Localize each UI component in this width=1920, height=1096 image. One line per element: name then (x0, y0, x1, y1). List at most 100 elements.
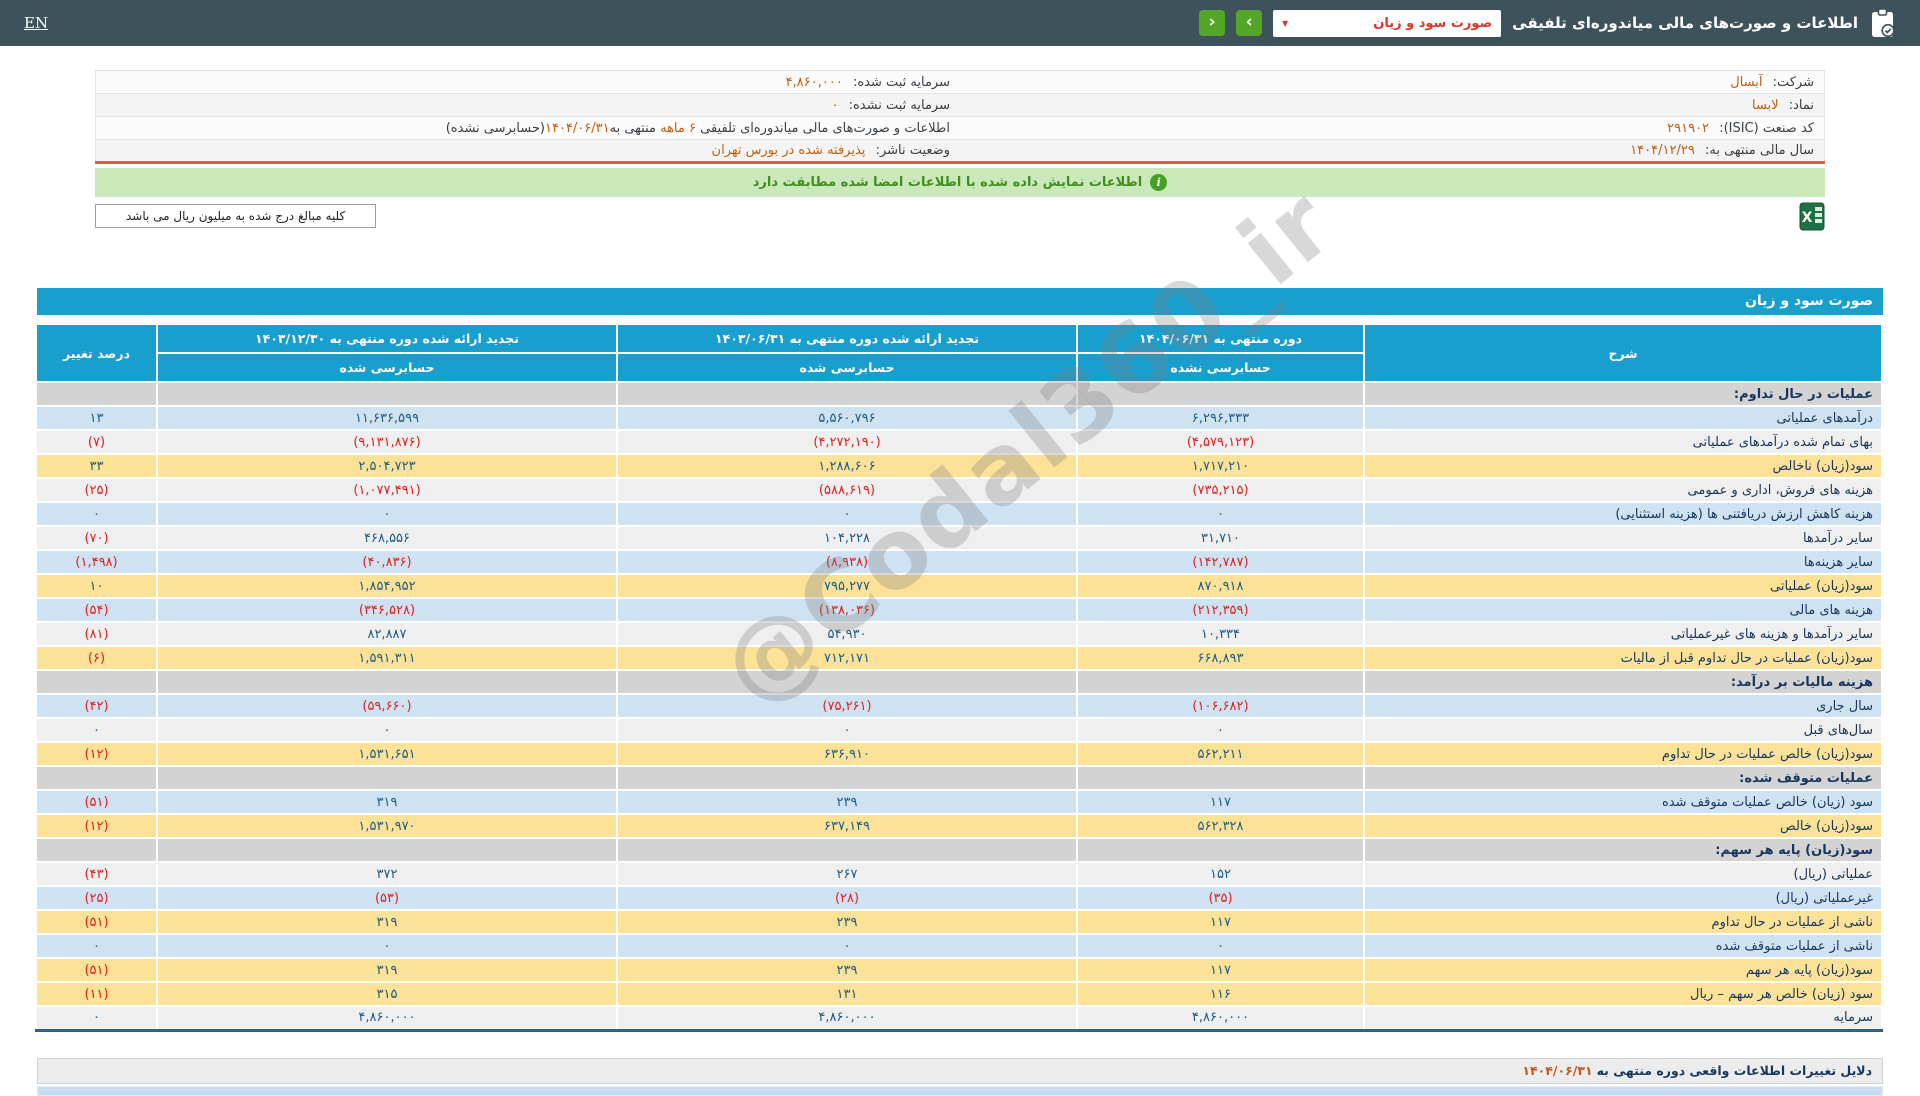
issuer-status-label: وضعیت ناشر: (876, 143, 950, 158)
cell-value: ۰ (157, 718, 617, 742)
fiscal-year-label: سال مالی منتهی به: (1705, 143, 1814, 158)
cell-value (157, 766, 617, 790)
cell-value: ۸۲,۸۸۷ (157, 622, 617, 646)
section-row: عملیات متوقف شده: (36, 766, 1882, 790)
fiscal-year-value: ۱۴۰۴/۱۲/۲۹ (1630, 143, 1695, 158)
cell-value: (۲۱۲,۳۵۹) (1077, 598, 1364, 622)
changes-reasons-text: دلایل تغییرات اطلاعات واقعی دوره منتهی ب… (1597, 1063, 1872, 1078)
col-header-period-restated2: تجدید ارائه شده دوره منتهی به ۱۴۰۳/۱۲/۳۰ (157, 324, 617, 353)
row-label: سایر هزینه‌ها (1364, 550, 1882, 574)
cell-value: (۵۱) (36, 910, 157, 934)
signature-match-notice: i اطلاعات نمایش داده شده با اطلاعات امضا… (95, 168, 1825, 197)
cell-value: ۰ (157, 502, 617, 526)
cell-value: (۵۹,۶۶۰) (157, 694, 617, 718)
cell-value (157, 670, 617, 694)
cell-value: (۷۳۵,۲۱۵) (1077, 478, 1364, 502)
cell-value (36, 838, 157, 862)
company-label: شرکت: (1773, 75, 1814, 90)
cell-value (1077, 670, 1364, 694)
cell-value: ۰ (1077, 502, 1364, 526)
excel-export-icon[interactable]: X (1799, 202, 1825, 231)
row-label: سود(زیان) خالص عملیات در حال تداوم (1364, 742, 1882, 766)
cell-value: (۷۵,۲۶۱) (617, 694, 1077, 718)
cell-value: ۱,۸۵۴,۹۵۲ (157, 574, 617, 598)
row-label: سال جاری (1364, 694, 1882, 718)
row-label: سود(زیان) ناخالص (1364, 454, 1882, 478)
cell-value: ۱۵۲ (1077, 862, 1364, 886)
report-line-period: ۶ ماهه (660, 121, 696, 136)
report-line-text: اطلاعات و صورت‌های مالی میاندوره‌ای تلفی… (696, 121, 950, 136)
income-statement-table: شرح دوره منتهی به ۱۴۰۴/۰۶/۳۱ تجدید ارائه… (35, 323, 1883, 1032)
cell-value: (۵۴) (36, 598, 157, 622)
table-row: بهای تمام شده درآمدهای عملیاتی(۴,۵۷۹,۱۲۳… (36, 430, 1882, 454)
cell-value: ۰ (36, 718, 157, 742)
footer-input-row[interactable] (37, 1086, 1883, 1096)
cell-value: ۰ (617, 502, 1077, 526)
cell-value: (۲۵) (36, 478, 157, 502)
statement-select[interactable]: صورت سود و زیان ▾ (1273, 10, 1501, 37)
table-row: سود(زیان) خالص عملیات در حال تداوم۵۶۲,۲۱… (36, 742, 1882, 766)
cell-value: ۴,۸۶۰,۰۰۰ (157, 1006, 617, 1030)
cell-value: (۳۵) (1077, 886, 1364, 910)
cell-value: ۵۴,۹۳۰ (617, 622, 1077, 646)
table-row: سود (زیان) خالص هر سهم – ریال۱۱۶۱۳۱۳۱۵(۱… (36, 982, 1882, 1006)
cell-value: ۵۶۲,۲۱۱ (1077, 742, 1364, 766)
info-row-isic: کد صنعت (ISIC): ۲۹۱۹۰۲ اطلاعات و صورت‌ها… (96, 117, 1825, 140)
table-row: غیرعملیاتی (ریال)(۳۵)(۲۸)(۵۳)(۲۵) (36, 886, 1882, 910)
cell-value: (۴,۲۷۲,۱۹۰) (617, 430, 1077, 454)
cell-value: ۲۶۷ (617, 862, 1077, 886)
col-header-period-current: دوره منتهی به ۱۴۰۴/۰۶/۳۱ (1077, 324, 1364, 353)
company-value: آبسال (1730, 75, 1762, 90)
info-row-company: شرکت: آبسال سرمایه ثبت شده: ۴,۸۶۰,۰۰۰ (96, 71, 1825, 94)
cell-value: ۱۱۶ (1077, 982, 1364, 1006)
report-line-audit: (حسابرسی نشده) (446, 121, 545, 136)
currency-unit-note: کلیه مبالغ درج شده به میلیون ریال می باش… (95, 204, 376, 228)
cell-value: ۱۱۷ (1077, 910, 1364, 934)
row-label: سود (زیان) خالص عملیات متوقف شده (1364, 790, 1882, 814)
unit-row: X کلیه مبالغ درج شده به میلیون ریال می ب… (95, 202, 1825, 230)
col-header-description: شرح (1364, 324, 1882, 382)
cell-value (157, 382, 617, 406)
cell-value: (۵۱) (36, 790, 157, 814)
cell-value: (۱,۰۷۷,۴۹۱) (157, 478, 617, 502)
table-row: ناشی از عملیات متوقف شده۰۰۰۰ (36, 934, 1882, 958)
top-header-bar: اطلاعات و صورت‌های مالی میاندوره‌ای تلفی… (0, 0, 1920, 46)
notice-text: اطلاعات نمایش داده شده با اطلاعات امضا ش… (753, 175, 1143, 190)
section-row: سود(زیان) پایه هر سهم: (36, 838, 1882, 862)
cell-value: (۱,۴۹۸) (36, 550, 157, 574)
cell-value: ۵۶۲,۳۲۸ (1077, 814, 1364, 838)
cell-value: ۳۱۹ (157, 790, 617, 814)
cell-value: (۹,۱۳۱,۸۷۶) (157, 430, 617, 454)
cell-value: ۴۶۸,۵۵۶ (157, 526, 617, 550)
table-row: ناشی از عملیات در حال تداوم۱۱۷۲۳۹۳۱۹(۵۱) (36, 910, 1882, 934)
cell-value (36, 670, 157, 694)
language-toggle-en[interactable]: EN (24, 14, 48, 32)
table-row: سود(زیان) خالص۵۶۲,۳۲۸۶۳۷,۱۴۹۱,۵۳۱,۹۷۰(۱۲… (36, 814, 1882, 838)
row-label: سرمایه (1364, 1006, 1882, 1030)
unregistered-capital-label: سرمایه ثبت نشده: (849, 98, 950, 113)
footer-section: دلایل تغییرات اطلاعات واقعی دوره منتهی ب… (37, 1058, 1883, 1096)
table-row: سود(زیان) ناخالص۱,۷۱۷,۲۱۰۱,۲۸۸,۶۰۶۲,۵۰۴,… (36, 454, 1882, 478)
table-row: سایر درآمدها۳۱,۷۱۰۱۰۴,۲۲۸۴۶۸,۵۵۶(۷۰) (36, 526, 1882, 550)
prev-statement-button[interactable]: ‹ (1199, 10, 1225, 36)
cell-value: ۶۶۸,۸۹۳ (1077, 646, 1364, 670)
cell-value (36, 766, 157, 790)
symbol-value: لابسا (1752, 98, 1779, 113)
table-row: درآمدهای عملیاتی۶,۲۹۶,۳۳۳۵,۵۶۰,۷۹۶۱۱,۶۳۶… (36, 406, 1882, 430)
table-row: هزینه های مالی(۲۱۲,۳۵۹)(۱۳۸,۰۳۶)(۳۴۶,۵۲۸… (36, 598, 1882, 622)
cell-value (617, 838, 1077, 862)
cell-value: ۴,۸۶۰,۰۰۰ (1077, 1006, 1364, 1030)
cell-value: ۰ (36, 1006, 157, 1030)
symbol-label: نماد: (1789, 98, 1814, 113)
cell-value: ۸۷۰,۹۱۸ (1077, 574, 1364, 598)
row-label: عملیاتی (ریال) (1364, 862, 1882, 886)
issuer-status-value: پذیرفته شده در بورس تهران (712, 143, 866, 158)
table-row: سود(زیان) عملیات در حال تداوم قبل از مال… (36, 646, 1882, 670)
cell-value: ۰ (1077, 934, 1364, 958)
row-label: سود (زیان) خالص هر سهم – ریال (1364, 982, 1882, 1006)
next-statement-button[interactable]: › (1236, 10, 1262, 36)
cell-value: ۱,۵۳۱,۹۷۰ (157, 814, 617, 838)
subheader-unaudited: حسابرسی نشده (1077, 353, 1364, 382)
report-line-text2: منتهی به (610, 121, 661, 136)
cell-value (617, 670, 1077, 694)
